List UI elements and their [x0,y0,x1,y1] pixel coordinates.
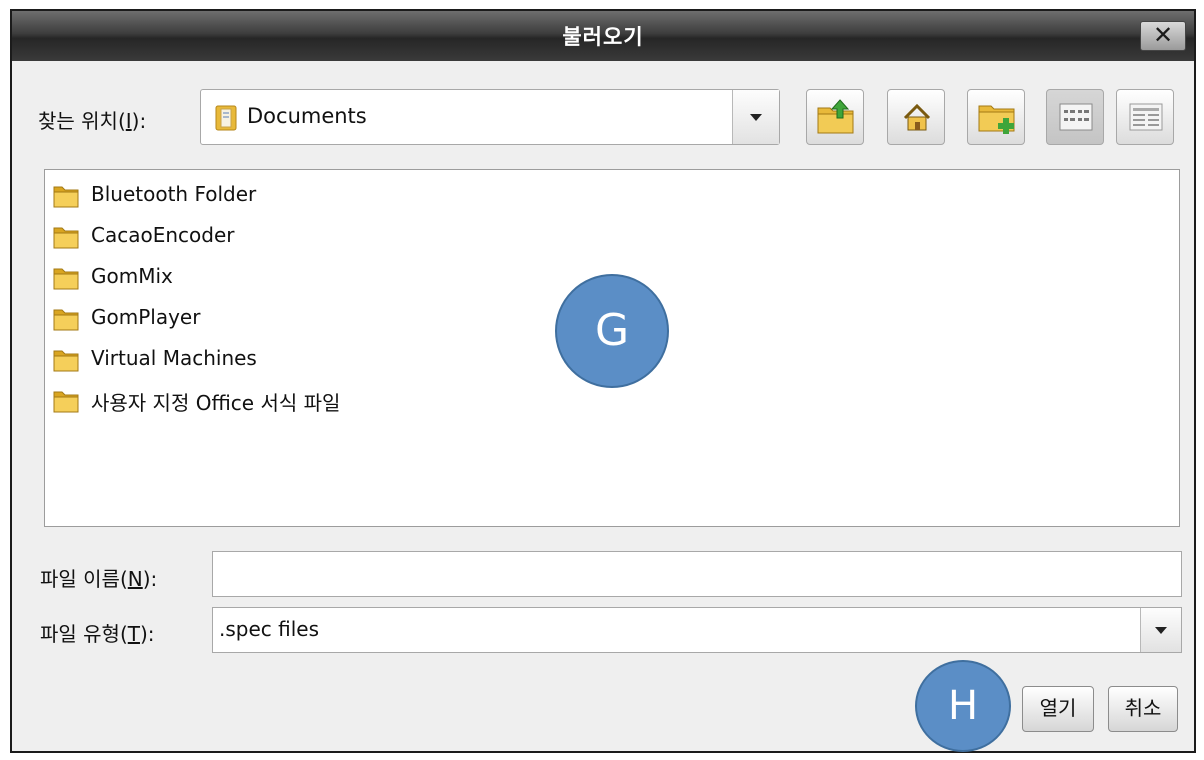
folder-icon [215,105,237,131]
folder-name: Bluetooth Folder [91,182,257,206]
location-value: Documents [247,104,367,128]
folder-name: Virtual Machines [91,346,257,370]
location-dropdown[interactable]: Documents [200,89,780,145]
up-one-level-button[interactable] [806,89,864,145]
folder-icon [53,391,79,413]
open-button[interactable]: 열기 [1022,686,1094,732]
list-item[interactable]: Virtual Machines [53,342,553,376]
close-icon: ✕ [1152,21,1174,49]
dialog-title: 불러오기 [562,25,644,49]
file-list[interactable]: Bluetooth Folder CacaoEncoder GomMix Gom… [44,169,1180,527]
location-label: 찾는 위치(I): [38,109,147,133]
title-bar[interactable]: 불러오기 ✕ [12,11,1194,61]
list-item[interactable]: Bluetooth Folder [53,178,553,212]
folder-icon [53,309,79,331]
folder-name: GomPlayer [91,305,201,329]
folder-icon [53,227,79,249]
file-type-dropdown[interactable]: .spec files [212,607,1182,653]
folder-icon [53,350,79,372]
annotation-marker-h: H [915,660,1011,752]
folder-name: GomMix [91,264,173,288]
home-button[interactable] [887,89,945,145]
folder-name: 사용자 지정 Office 서식 파일 [91,391,341,415]
home-icon [903,103,931,131]
list-item[interactable]: 사용자 지정 Office 서식 파일 [53,383,553,417]
file-type-value: .spec files [219,617,320,641]
folder-up-icon [817,99,854,134]
chevron-down-icon [750,114,762,121]
location-dropdown-button[interactable] [732,90,779,144]
cancel-button[interactable]: 취소 [1108,686,1178,732]
list-view-button[interactable] [1046,89,1104,145]
list-view-icon [1059,103,1093,131]
file-name-input[interactable] [212,551,1182,597]
new-folder-button[interactable] [967,89,1025,145]
folder-icon [53,186,79,208]
list-item[interactable]: CacaoEncoder [53,219,553,253]
details-view-button[interactable] [1116,89,1174,145]
file-type-label: 파일 유형(T): [40,622,155,646]
chevron-down-icon [1155,627,1167,634]
close-button[interactable]: ✕ [1140,21,1186,51]
folder-name: CacaoEncoder [91,223,235,247]
file-name-label: 파일 이름(N): [40,567,158,591]
file-type-dropdown-button[interactable] [1140,608,1181,652]
annotation-marker-g: G [555,274,669,388]
details-view-icon [1129,103,1163,131]
list-item[interactable]: GomPlayer [53,301,553,335]
new-folder-icon [978,105,1015,134]
open-dialog: 불러오기 ✕ 찾는 위치(I): Documents Bluetooth Fol… [10,9,1196,753]
folder-icon [53,268,79,290]
list-item[interactable]: GomMix [53,260,553,294]
